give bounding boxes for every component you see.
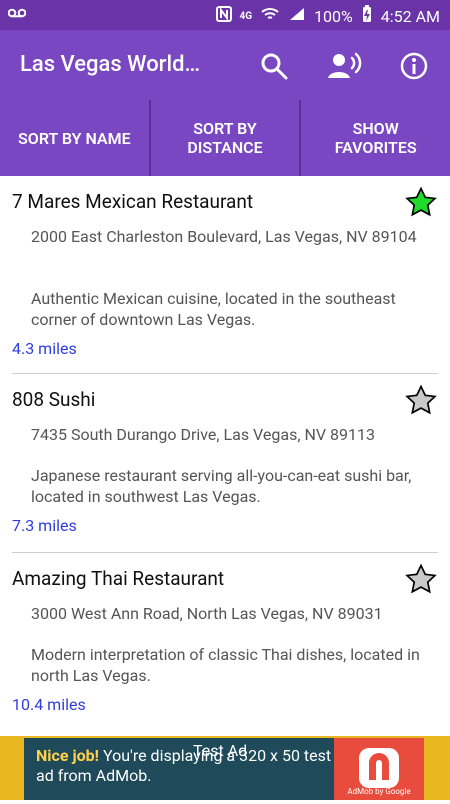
restaurant-address: 7435 South Durango Drive, Las Vegas, NV … xyxy=(31,425,375,444)
restaurant-distance: 4.3 miles xyxy=(12,339,77,358)
battery-icon xyxy=(361,5,373,27)
favorite-star-icon[interactable] xyxy=(404,563,438,601)
wifi-icon xyxy=(260,6,280,26)
battery-percent: 100% xyxy=(314,6,353,26)
status-bar: 4G 100% 4:52 AM xyxy=(0,0,450,30)
restaurant-name: Amazing Thai Restaurant xyxy=(12,567,225,590)
search-icon[interactable] xyxy=(258,50,290,82)
favorite-star-icon[interactable] xyxy=(404,384,438,422)
sort-bar: SORT BY NAME SORT BY DISTANCE SHOW FAVOR… xyxy=(0,100,450,176)
lte-signal-icon: 4G xyxy=(239,10,253,22)
voice-icon[interactable] xyxy=(324,50,366,82)
restaurant-address: 3000 West Ann Road, North Las Vegas, NV … xyxy=(31,604,383,623)
restaurant-distance: 7.3 miles xyxy=(12,516,77,535)
ad-label: Test Ad xyxy=(193,741,248,760)
status-right: 4G 100% 4:52 AM xyxy=(215,5,440,27)
sort-by-name-label: SORT BY NAME xyxy=(18,128,131,148)
restaurant-description: Modern interpretation of classic Thai di… xyxy=(31,645,420,685)
signal-icon xyxy=(288,6,306,26)
restaurant-name: 7 Mares Mexican Restaurant xyxy=(12,190,254,213)
list-item[interactable]: Amazing Thai Restaurant 3000 West Ann Ro… xyxy=(12,553,438,738)
app-bar: Las Vegas World… xyxy=(0,30,450,100)
sort-by-distance-button[interactable]: SORT BY DISTANCE xyxy=(151,100,302,176)
ad-provider: AdMob by Google xyxy=(347,787,411,796)
ad-text: Nice job! You're displaying a 320 x 50 t… xyxy=(36,746,336,786)
ad-banner[interactable]: Nice job! You're displaying a 320 x 50 t… xyxy=(0,736,450,800)
sort-by-name-button[interactable]: SORT BY NAME xyxy=(0,100,151,176)
clock: 4:52 AM xyxy=(380,6,440,26)
show-favorites-button[interactable]: SHOW FAVORITES xyxy=(301,100,450,176)
list-item[interactable]: 808 Sushi 7435 South Durango Drive, Las … xyxy=(12,374,438,553)
ad-headline: Nice job! xyxy=(36,746,99,765)
sort-by-distance-label: SORT BY DISTANCE xyxy=(187,119,263,157)
nfc-icon xyxy=(215,6,232,26)
voicemail-icon xyxy=(7,6,27,22)
show-favorites-label: SHOW FAVORITES xyxy=(334,119,417,157)
restaurant-name: 808 Sushi xyxy=(12,388,96,411)
restaurant-distance: 10.4 miles xyxy=(12,695,86,714)
restaurant-description: Japanese restaurant serving all-you-can-… xyxy=(31,466,412,506)
page-title: Las Vegas World… xyxy=(20,52,201,77)
favorite-star-icon[interactable] xyxy=(404,186,438,224)
admob-logo: AdMob by Google xyxy=(334,738,424,800)
info-icon[interactable] xyxy=(398,50,430,82)
list-item[interactable]: 7 Mares Mexican Restaurant 2000 East Cha… xyxy=(12,176,438,374)
restaurant-description: Authentic Mexican cuisine, located in th… xyxy=(31,289,396,329)
restaurant-list: 7 Mares Mexican Restaurant 2000 East Cha… xyxy=(0,176,450,738)
restaurant-address: 2000 East Charleston Boulevard, Las Vega… xyxy=(31,227,417,246)
